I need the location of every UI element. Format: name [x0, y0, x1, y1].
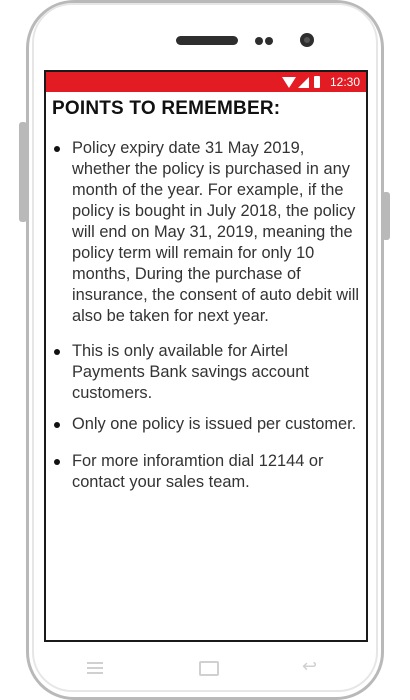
- point-text: For more inforamtion dial 12144 or conta…: [72, 452, 324, 491]
- list-item: This is only available for Airtel Paymen…: [52, 341, 364, 404]
- front-camera: [300, 33, 314, 47]
- power-button: [382, 192, 390, 240]
- bullet-icon: [54, 459, 60, 465]
- list-item: Policy expiry date 31 May 2019, whether …: [52, 138, 364, 327]
- bullet-icon: [54, 146, 60, 152]
- signal-icon: [298, 77, 309, 88]
- status-time: 12:30: [329, 75, 360, 89]
- phone-screen: 12:30 POINTS TO REMEMBER: Policy expiry …: [44, 70, 368, 642]
- navigation-bar: ↩: [44, 650, 368, 686]
- point-text: Only one policy is issued per customer.: [72, 415, 357, 433]
- sensor-dot: [265, 37, 273, 45]
- volume-button: [19, 122, 27, 222]
- home-icon[interactable]: [199, 661, 219, 676]
- point-text: Policy expiry date 31 May 2019, whether …: [72, 139, 360, 325]
- bullet-icon: [54, 422, 60, 428]
- battery-icon: [314, 76, 320, 88]
- back-icon[interactable]: ↩: [302, 656, 317, 677]
- list-item: Only one policy is issued per customer.: [52, 414, 364, 435]
- points-content: POINTS TO REMEMBER: Policy expiry date 3…: [52, 98, 364, 493]
- point-text: This is only available for Airtel Paymen…: [72, 342, 309, 402]
- wifi-icon: [282, 77, 296, 88]
- points-list: Policy expiry date 31 May 2019, whether …: [52, 138, 364, 493]
- bullet-icon: [54, 349, 60, 355]
- speaker-grille: [176, 36, 238, 45]
- page-title: POINTS TO REMEMBER:: [52, 98, 281, 119]
- list-item: For more inforamtion dial 12144 or conta…: [52, 451, 364, 493]
- status-bar: 12:30: [46, 72, 366, 92]
- menu-icon[interactable]: [87, 662, 103, 674]
- sensor-dot: [255, 37, 263, 45]
